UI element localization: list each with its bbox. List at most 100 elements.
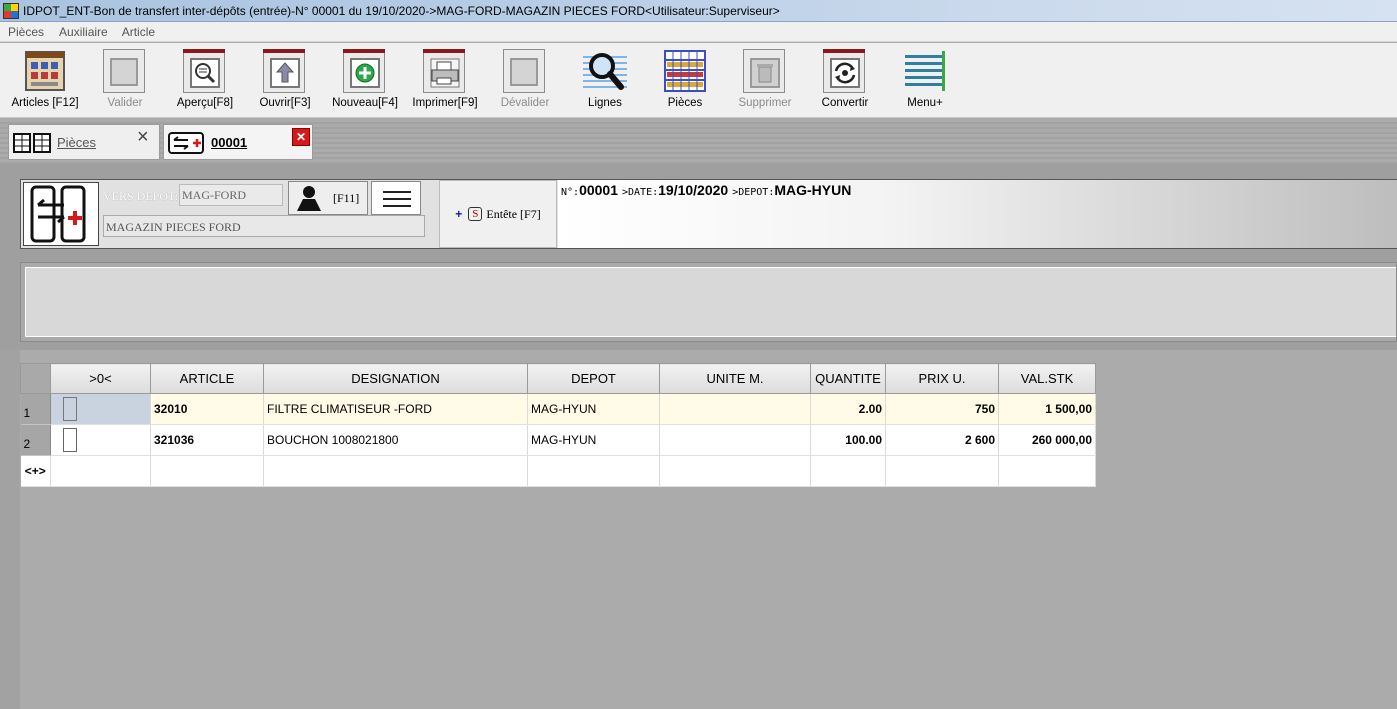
menu-auxiliaire[interactable]: Auxiliaire	[59, 25, 108, 39]
col-header-depot[interactable]: DEPOT	[527, 363, 660, 394]
pieces-button[interactable]: Pièces	[645, 49, 725, 115]
toolbar: Articles [F12] Valider Aperçu[F8] Ouvrir…	[0, 43, 1397, 118]
lines-grid-area: >0< ARTICLE DESIGNATION DEPOT UNITE M. Q…	[0, 350, 1397, 709]
validate-button[interactable]: Valider	[85, 49, 165, 115]
date-key: >DATE:	[622, 187, 659, 198]
new-cell[interactable]	[998, 455, 1096, 487]
cell-depot[interactable]: MAG-HYUN	[527, 393, 660, 425]
new-cell[interactable]	[263, 455, 528, 487]
vers-depot-field[interactable]: MAG-FORD	[179, 184, 283, 206]
menu-bar: Pièces Auxiliaire Article	[0, 22, 1397, 42]
cell-prix[interactable]: 750	[885, 393, 999, 425]
tab-current-label: 00001	[211, 135, 248, 150]
menu-pieces[interactable]: Pièces	[8, 25, 44, 39]
menu-article[interactable]: Article	[122, 25, 155, 39]
cell-quantite[interactable]: 2.00	[810, 393, 886, 425]
notes-area[interactable]	[25, 267, 1396, 337]
preview-button[interactable]: Aperçu[F8]	[165, 49, 245, 115]
table-row[interactable]: 2 321036 BOUCHON 1008021800 MAG-HYUN 100…	[20, 424, 1096, 456]
pieces-grid-icon	[13, 133, 51, 153]
new-cell[interactable]	[885, 455, 999, 487]
new-cell[interactable]	[810, 455, 886, 487]
col-header-valstk[interactable]: VAL.STK	[998, 363, 1096, 394]
vers-depot-label: VERS DEPOT:	[103, 189, 179, 203]
menu-lines-icon	[903, 49, 947, 93]
tab-pieces-label: Pièces	[57, 135, 97, 150]
row-checkbox[interactable]	[63, 397, 77, 421]
row-checkbox[interactable]	[63, 428, 77, 452]
cell-unite[interactable]	[659, 424, 811, 456]
row-checkbox-cell[interactable]	[50, 424, 151, 456]
transfer-icon	[168, 132, 204, 154]
print-button[interactable]: Imprimer[F9]	[405, 49, 485, 115]
app-icon	[3, 2, 19, 19]
convert-label: Convertir	[821, 97, 869, 109]
lines-grid: >0< ARTICLE DESIGNATION DEPOT UNITE M. Q…	[20, 363, 1096, 487]
convert-button[interactable]: Convertir	[805, 49, 885, 115]
new-row[interactable]: <+>	[20, 455, 1096, 487]
open-button[interactable]: Ouvrir[F3]	[245, 49, 325, 115]
depot-value: MAG-HYUN	[774, 182, 852, 198]
tab-pieces[interactable]: Pièces ×	[8, 124, 160, 160]
row-checkbox-cell[interactable]	[50, 393, 151, 425]
cell-article[interactable]: 321036	[150, 424, 264, 456]
cell-quantite[interactable]: 100.00	[810, 424, 886, 456]
new-cell[interactable]	[527, 455, 660, 487]
entete-label: Entête [F7]	[486, 206, 541, 221]
lines-label: Lignes	[588, 97, 622, 109]
num-value: 00001	[579, 182, 618, 198]
left-gutter	[0, 350, 20, 709]
cell-designation[interactable]: BOUCHON 1008021800	[263, 424, 528, 456]
col-header-unite[interactable]: UNITE M.	[659, 363, 811, 394]
unvalidate-label: Dévalider	[500, 97, 550, 109]
num-key: N°:	[561, 187, 580, 198]
user-key-label: [F11]	[333, 190, 360, 205]
open-label: Ouvrir[F3]	[259, 97, 311, 109]
delete-button[interactable]: Supprimer	[725, 49, 805, 115]
user-icon	[297, 186, 321, 211]
add-row-marker[interactable]: <+>	[20, 455, 51, 487]
row-header-corner	[20, 363, 51, 394]
close-icon[interactable]: ×	[137, 126, 149, 149]
new-cell[interactable]	[150, 455, 264, 487]
cell-prix[interactable]: 2 600	[885, 424, 999, 456]
depot-name-field[interactable]: MAGAZIN PIECES FORD	[103, 215, 425, 237]
cell-unite[interactable]	[659, 393, 811, 425]
s-icon: S	[468, 207, 483, 221]
new-button[interactable]: Nouveau[F4]	[325, 49, 405, 115]
row-number[interactable]: 2	[20, 424, 51, 456]
magnifier-icon	[583, 49, 627, 93]
cell-depot[interactable]: MAG-HYUN	[527, 424, 660, 456]
articles-button[interactable]: Articles [F12]	[5, 49, 85, 115]
lines-button[interactable]: Lignes	[565, 49, 645, 115]
col-header-prix[interactable]: PRIX U.	[885, 363, 999, 394]
user-button[interactable]: [F11]	[288, 181, 368, 215]
articles-icon	[23, 49, 67, 93]
cell-designation[interactable]: FILTRE CLIMATISEUR -FORD	[263, 393, 528, 425]
col-header-quantite[interactable]: QUANTITE	[810, 363, 886, 394]
new-cell[interactable]	[659, 455, 811, 487]
row-number[interactable]: 1	[20, 393, 51, 425]
col-header-zero[interactable]: >0<	[50, 363, 151, 394]
open-icon	[263, 49, 307, 93]
table-row[interactable]: 1 32010 FILTRE CLIMATISEUR -FORD MAG-HYU…	[20, 393, 1096, 425]
new-cell[interactable]	[50, 455, 151, 487]
unvalidate-button[interactable]: Dévalider	[485, 49, 565, 115]
preview-icon	[183, 49, 227, 93]
cell-article[interactable]: 32010	[150, 393, 264, 425]
menu-plus-button[interactable]: Menu+	[885, 49, 965, 115]
pieces-label: Pièces	[667, 97, 703, 109]
cell-valstk[interactable]: 260 000,00	[998, 424, 1096, 456]
notes-panel	[20, 262, 1397, 342]
plus-icon: +	[455, 207, 463, 221]
cell-valstk[interactable]: 1 500,00	[998, 393, 1096, 425]
entete-button[interactable]: + S Entête [F7]	[439, 180, 557, 248]
close-tab-icon[interactable]: ✕	[292, 128, 310, 146]
trash-icon	[743, 49, 787, 93]
tab-current-document[interactable]: 00001 ✕	[163, 124, 313, 160]
col-header-article[interactable]: ARTICLE	[150, 363, 264, 394]
hamburger-menu-icon[interactable]	[371, 181, 421, 215]
grid-icon	[663, 49, 707, 93]
col-header-designation[interactable]: DESIGNATION	[263, 363, 528, 394]
convert-icon	[823, 49, 867, 93]
